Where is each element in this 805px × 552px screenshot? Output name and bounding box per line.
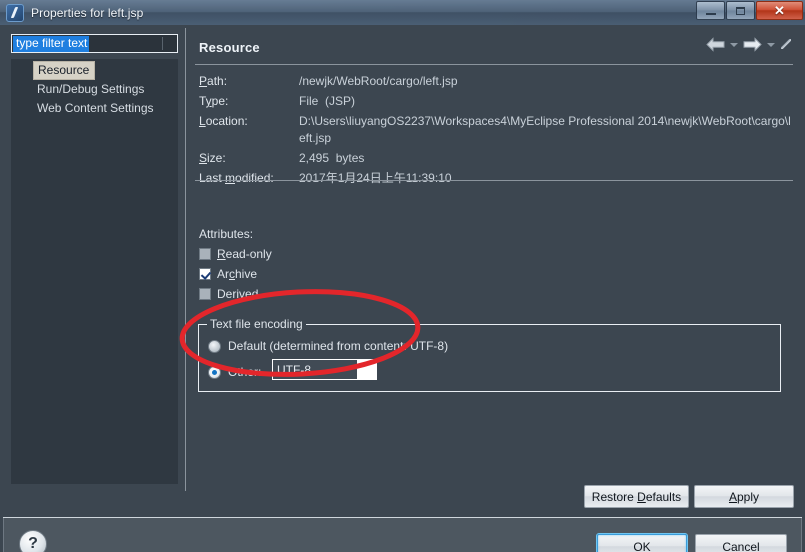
- navigation-toolbar: [704, 34, 794, 54]
- settings-tree: Resource Run/Debug Settings Web Content …: [11, 59, 178, 484]
- encoding-combobox[interactable]: UTF-8: [272, 359, 377, 380]
- page-title: Resource: [199, 40, 260, 55]
- info-value-last-modified: 2017年1月24日上午11:39:10: [299, 171, 452, 185]
- content-area: type filter text Resource Run/Debug Sett…: [3, 28, 802, 491]
- back-history-chevron-down-icon[interactable]: [728, 34, 739, 54]
- ok-button[interactable]: OK: [597, 534, 687, 552]
- dialog-body: type filter text Resource Run/Debug Sett…: [0, 25, 805, 552]
- chevron-down-icon[interactable]: [357, 360, 376, 379]
- info-row-last-modified: Last modified: 2017年1月24日上午11:39:10: [199, 170, 792, 187]
- checkbox-row-derived[interactable]: Derived: [199, 287, 272, 301]
- tree-item-resource[interactable]: Resource: [33, 61, 96, 80]
- info-value-type: File (JSP): [299, 94, 356, 108]
- attributes-section: Attributes: Read-only Archive Derived: [199, 227, 272, 307]
- read-only-label: Read-only: [217, 247, 272, 261]
- close-button[interactable]: ✕: [756, 1, 803, 20]
- maximize-icon: [736, 6, 745, 15]
- apply-button[interactable]: Apply: [694, 485, 794, 508]
- default-encoding-label: Default (determined from content: UTF-8): [228, 339, 449, 353]
- default-encoding-radio[interactable]: [208, 339, 221, 353]
- info-label-location: Location:: [199, 114, 248, 128]
- title-divider: [195, 64, 793, 65]
- info-label-size: Size:: [199, 151, 226, 165]
- apply-label: Apply: [728, 489, 760, 504]
- forward-arrow-icon[interactable]: [741, 34, 763, 54]
- info-label-last-modified: Last modified:: [199, 171, 274, 185]
- forward-history-chevron-down-icon[interactable]: [765, 34, 776, 54]
- restore-pane-icon[interactable]: [778, 35, 794, 53]
- cancel-label: Cancel: [722, 539, 760, 552]
- archive-checkbox[interactable]: [199, 268, 211, 280]
- checkbox-row-archive[interactable]: Archive: [199, 267, 272, 281]
- detail-pane: Resource Path: /newjk/WebRoot/cargo/left…: [186, 28, 802, 491]
- checkbox-row-read-only[interactable]: Read-only: [199, 247, 272, 261]
- screen: Properties for left.jsp ✕ type filter te…: [0, 0, 805, 552]
- info-value-path: /newjk/WebRoot/cargo/left.jsp: [299, 74, 458, 88]
- title-bar: Properties for left.jsp ✕: [0, 0, 805, 26]
- tree-item-web-content-settings[interactable]: Web Content Settings: [33, 99, 178, 118]
- info-divider: [195, 180, 793, 181]
- filter-input-wrapper[interactable]: type filter text: [11, 34, 178, 53]
- properties-dialog: Properties for left.jsp ✕ type filter te…: [0, 0, 805, 552]
- cancel-button[interactable]: Cancel: [695, 534, 787, 552]
- window-title: Properties for left.jsp: [31, 5, 144, 20]
- filter-input[interactable]: type filter text: [13, 35, 90, 52]
- info-label-type: Type:: [199, 94, 229, 108]
- other-encoding-radio[interactable]: [208, 365, 221, 379]
- help-icon[interactable]: ?: [19, 530, 47, 552]
- close-icon: ✕: [774, 3, 785, 18]
- back-arrow-icon[interactable]: [704, 34, 726, 54]
- attributes-title: Attributes:: [199, 227, 254, 241]
- derived-label: Derived: [217, 287, 259, 301]
- radio-row-other-encoding[interactable]: Other:: [208, 365, 261, 379]
- resource-info: Path: /newjk/WebRoot/cargo/left.jsp Type…: [199, 73, 792, 190]
- info-value-size: 2,495 bytes: [299, 151, 365, 165]
- navigation-pane: type filter text Resource Run/Debug Sett…: [3, 28, 186, 491]
- info-label-path: Path:: [199, 74, 228, 88]
- info-row-type: Type: File (JSP): [199, 93, 792, 110]
- restore-defaults-button[interactable]: Restore Defaults: [584, 485, 689, 508]
- ok-label: OK: [633, 539, 651, 552]
- text-file-encoding-group: Text file encoding Default (determined f…: [198, 317, 781, 392]
- tree-item-run-debug-settings[interactable]: Run/Debug Settings: [33, 80, 178, 99]
- minimize-icon: [705, 13, 716, 15]
- maximize-button[interactable]: [726, 1, 755, 20]
- other-encoding-label: Other:: [228, 365, 262, 379]
- info-row-size: Size: 2,495 bytes: [199, 150, 792, 167]
- radio-row-default-encoding[interactable]: Default (determined from content: UTF-8): [208, 339, 448, 353]
- derived-checkbox[interactable]: [199, 288, 211, 300]
- encoding-combobox-value[interactable]: UTF-8: [273, 360, 357, 379]
- window-controls: ✕: [695, 1, 803, 20]
- minimize-button[interactable]: [696, 1, 725, 20]
- help-glyph: ?: [28, 535, 38, 552]
- info-row-path: Path: /newjk/WebRoot/cargo/left.jsp: [199, 73, 792, 90]
- dialog-footer: ? OK Cancel: [3, 518, 802, 552]
- text-file-encoding-title: Text file encoding: [207, 317, 306, 331]
- info-value-location: D:\Users\liuyangOS2237\Workspaces4\MyEcl…: [299, 114, 791, 145]
- myeclipse-icon: [6, 3, 24, 22]
- archive-label: Archive: [217, 267, 258, 281]
- info-row-location: Location: D:\Users\liuyangOS2237\Workspa…: [199, 113, 792, 147]
- restore-defaults-label: Restore Defaults: [591, 489, 682, 504]
- read-only-checkbox[interactable]: [199, 248, 211, 260]
